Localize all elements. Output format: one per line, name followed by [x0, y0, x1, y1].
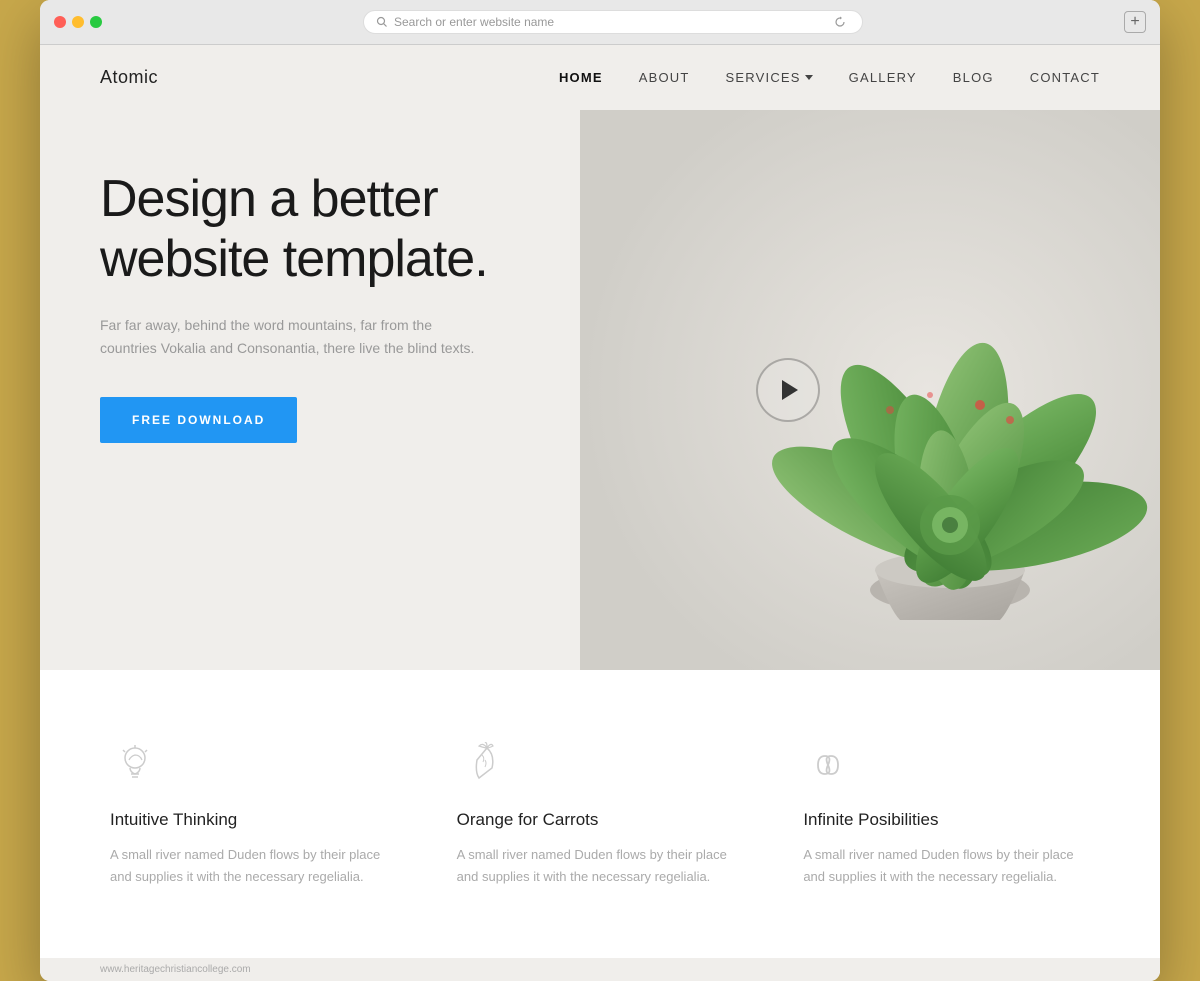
- traffic-lights: [54, 16, 102, 28]
- site-logo[interactable]: Atomic: [100, 67, 158, 88]
- browser-chrome: Search or enter website name +: [40, 0, 1160, 45]
- website-content: Atomic HOME ABOUT SERVICES GALLERY BLOG …: [40, 45, 1160, 981]
- feature-desc-carrots: A small river named Duden flows by their…: [457, 844, 744, 888]
- hero-section: Design a betterwebsite template. Far far…: [40, 110, 1160, 670]
- nav-link-about[interactable]: ABOUT: [639, 70, 690, 85]
- maximize-button[interactable]: [90, 16, 102, 28]
- nav-link-home[interactable]: HOME: [559, 70, 603, 85]
- free-download-button[interactable]: FREE DOWNLOAD: [100, 397, 297, 443]
- footer-url: www.heritagechristiancollege.com: [40, 958, 1160, 981]
- chevron-down-icon: [805, 75, 813, 80]
- address-bar-wrapper: Search or enter website name: [112, 10, 1114, 34]
- hero-content: Design a betterwebsite template. Far far…: [100, 170, 600, 443]
- play-button[interactable]: [756, 358, 820, 422]
- nav-link-gallery[interactable]: GALLERY: [849, 70, 917, 85]
- nav-link-blog[interactable]: BLOG: [953, 70, 994, 85]
- infinity-icon: [803, 740, 853, 790]
- feature-title-infinite: Infinite Posibilities: [803, 810, 1090, 830]
- feature-title-carrots: Orange for Carrots: [457, 810, 744, 830]
- feature-desc-thinking: A small river named Duden flows by their…: [110, 844, 397, 888]
- nav-link-contact[interactable]: CONTACT: [1030, 70, 1100, 85]
- play-icon: [782, 380, 798, 400]
- minimize-button[interactable]: [72, 16, 84, 28]
- address-bar[interactable]: Search or enter website name: [363, 10, 863, 34]
- close-button[interactable]: [54, 16, 66, 28]
- hero-title: Design a betterwebsite template.: [100, 170, 600, 290]
- new-tab-button[interactable]: +: [1124, 11, 1146, 33]
- address-bar-text: Search or enter website name: [394, 15, 554, 29]
- feature-item-carrots: Orange for Carrots A small river named D…: [447, 730, 754, 898]
- navigation: Atomic HOME ABOUT SERVICES GALLERY BLOG …: [40, 45, 1160, 110]
- search-icon: [376, 16, 388, 28]
- feature-item-thinking: Intuitive Thinking A small river named D…: [100, 730, 407, 898]
- refresh-icon[interactable]: [830, 16, 850, 28]
- carrot-icon: [457, 740, 507, 790]
- browser-window: Search or enter website name + Atomic HO…: [40, 0, 1160, 981]
- features-section: Intuitive Thinking A small river named D…: [40, 670, 1160, 958]
- hero-subtitle: Far far away, behind the word mountains,…: [100, 314, 480, 362]
- hero-plant-image: [580, 110, 1160, 670]
- feature-title-thinking: Intuitive Thinking: [110, 810, 397, 830]
- feature-desc-infinite: A small river named Duden flows by their…: [803, 844, 1090, 888]
- nav-links: HOME ABOUT SERVICES GALLERY BLOG CONTACT: [559, 70, 1100, 85]
- feature-item-infinite: Infinite Posibilities A small river name…: [793, 730, 1100, 898]
- lightbulb-icon: [110, 740, 160, 790]
- nav-link-services[interactable]: SERVICES: [726, 70, 813, 85]
